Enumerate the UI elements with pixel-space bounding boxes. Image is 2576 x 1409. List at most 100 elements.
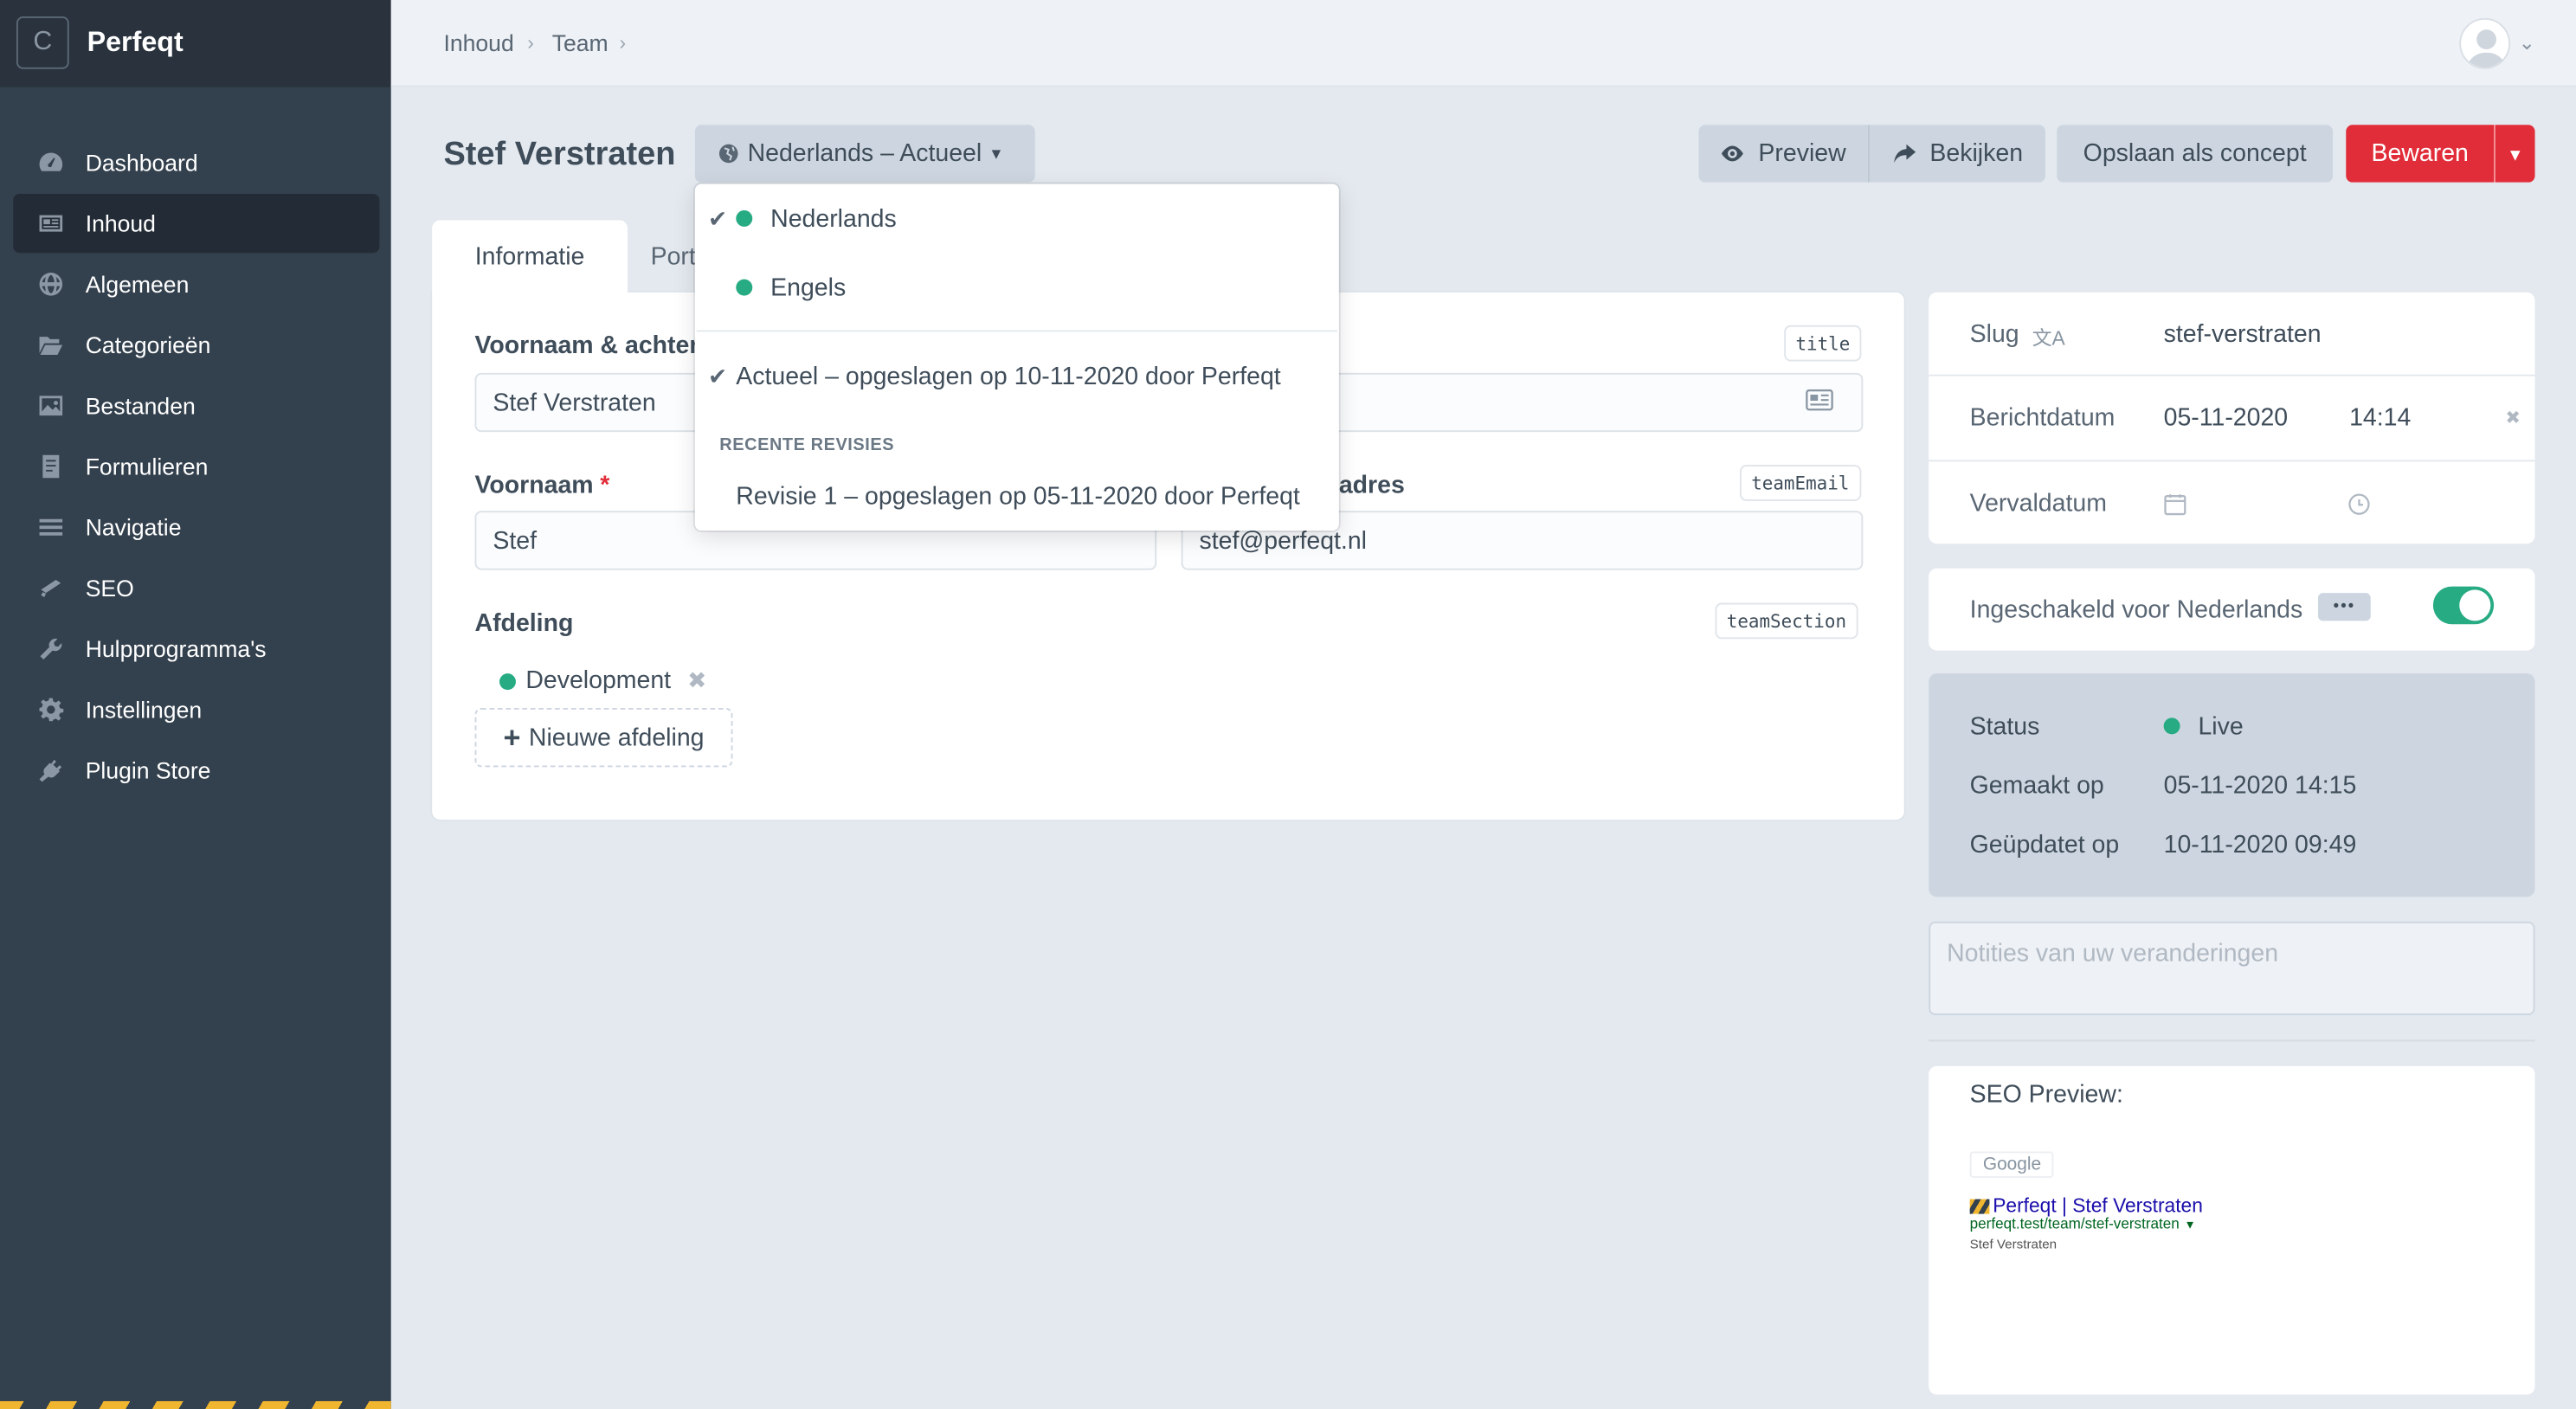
recent-revisions-heading: RECENTE REVISIES [719, 434, 895, 455]
preview-label: Preview [1758, 139, 1846, 168]
dropdown-item-engels[interactable]: Engels [770, 274, 846, 302]
email-label: adres [1338, 471, 1405, 499]
site-revision-menu-button[interactable]: Nederlands – Actueel ▾ [694, 125, 1035, 183]
checkmark-icon: ✔ [708, 363, 728, 389]
id-card-icon [1806, 389, 1833, 411]
dashboard-icon [36, 148, 66, 177]
section-label: Afdeling [474, 609, 574, 638]
remove-icon[interactable]: ✖ [687, 667, 706, 695]
view-label: Bekijken [1929, 139, 2024, 168]
clear-icon[interactable]: ✖ [2505, 408, 2520, 429]
clock-icon[interactable] [2347, 492, 2371, 516]
site-name[interactable]: Perfeqt [87, 26, 184, 59]
sidebar-item-navigatie[interactable]: Navigatie [13, 498, 379, 557]
sidebar-item-label: Inhoud [85, 209, 156, 237]
sidebar-item-label: Instellingen [85, 696, 203, 724]
breadcrumb-inhoud[interactable]: Inhoud [443, 29, 513, 55]
add-section-button[interactable]: + Nieuwe afdeling [474, 708, 733, 768]
dropdown-item-revision[interactable]: Revisie 1 – opgeslagen op 05-11-2020 doo… [736, 483, 1300, 511]
calendar-icon[interactable] [2164, 492, 2187, 516]
sidebar-item-inhoud[interactable]: Inhoud [13, 193, 380, 254]
slug-input[interactable]: stef-verstraten [2164, 320, 2322, 348]
sidebar-item-categorieen[interactable]: Categorieën [13, 315, 379, 374]
globe-icon [718, 143, 739, 164]
sidebar-item-dashboard[interactable]: Dashboard [13, 133, 379, 192]
seo-result-title-row: Perfeqt | Stef Verstraten [1969, 1194, 2203, 1218]
more-sites-button[interactable]: ••• [2318, 593, 2371, 621]
tab-informatie[interactable]: Informatie [432, 220, 628, 294]
email-value: stef@perfeqt.nl [1199, 526, 1368, 555]
sidebar-item-label: Hulpprogramma's [85, 635, 267, 662]
user-avatar[interactable] [2459, 17, 2511, 69]
share-icon [1892, 141, 1916, 165]
translate-icon[interactable]: 文A [2032, 324, 2065, 351]
page-title: Stef Verstraten [443, 136, 676, 173]
sidebar-item-seo[interactable]: SEO [13, 558, 379, 617]
site-logo[interactable]: C [16, 16, 69, 69]
newspaper-icon [36, 209, 66, 238]
enabled-label: Ingeschakeld voor Nederlands [1969, 595, 2303, 625]
preview-button[interactable]: Preview [1698, 125, 1868, 183]
status-label: Status [1969, 712, 2040, 741]
chevron-down-icon: ▾ [2510, 142, 2521, 165]
status-value: Live [2198, 712, 2244, 741]
notes-divider [1929, 1039, 2535, 1042]
save-button[interactable]: Bewaren [2346, 125, 2495, 183]
globe-icon [36, 269, 66, 299]
breadcrumb-team[interactable]: Team [552, 29, 609, 55]
status-dot [2163, 717, 2180, 735]
site-revision-dropdown [694, 183, 1339, 531]
fullname-label: Voornaam & achter [474, 331, 699, 360]
section-chip: Development ✖ [499, 667, 706, 695]
slug-label: Slug [1969, 320, 2019, 349]
revision-notes-input[interactable]: Notities van uw veranderingen [1929, 921, 2535, 1015]
sidebar-item-label: SEO [85, 575, 134, 602]
chevron-right-icon: › [619, 31, 627, 55]
seo-result-title[interactable]: Perfeqt | Stef Verstraten [1993, 1194, 2203, 1218]
folder-open-icon [36, 330, 66, 359]
dropdown-item-nederlands[interactable]: Nederlands [770, 205, 897, 233]
updated-value: 10-11-2020 09:49 [2163, 831, 2357, 859]
favicon-icon [1969, 1198, 1990, 1213]
postdate-date-input[interactable]: 05-11-2020 [2164, 404, 2289, 432]
sidebar-item-hulpprogrammas[interactable]: Hulpprogramma's [13, 620, 379, 679]
tab-portret[interactable]: Port [651, 243, 696, 271]
postdate-time-input[interactable]: 14:14 [2349, 404, 2411, 432]
wrench-icon [36, 634, 66, 664]
dropdown-item-current[interactable]: Actueel – opgeslagen op 10-11-2020 door … [736, 363, 1280, 390]
seo-result-description: Stef Verstraten [1969, 1237, 2058, 1252]
sidebar-item-formulieren[interactable]: Formulieren [13, 437, 379, 496]
sidebar-item-label: Plugin Store [85, 756, 211, 784]
chevron-down-icon[interactable]: ⌄ [2519, 31, 2535, 55]
enabled-toggle[interactable] [2432, 586, 2495, 625]
view-button[interactable]: Bekijken [1869, 125, 2045, 183]
sidebar-item-plugin-store[interactable]: Plugin Store [13, 741, 379, 800]
seo-engine-tab[interactable]: Google [1969, 1151, 2055, 1178]
checkmark-icon: ✔ [708, 205, 728, 232]
dropdown-divider [696, 330, 1337, 332]
section-chip-label: Development [525, 666, 672, 695]
sidebar-item-instellingen[interactable]: Instellingen [13, 680, 379, 739]
seo-result-url: perfeqt.test/team/stef-verstraten ▼ [1969, 1215, 2196, 1232]
hazard-stripe [0, 1400, 391, 1409]
expiry-label: Vervaldatum [1969, 489, 2107, 518]
form-icon [36, 452, 66, 481]
image-icon [36, 391, 66, 421]
seo-preview-heading: SEO Preview: [1969, 1080, 2123, 1110]
sidebar-item-label: Bestanden [85, 392, 196, 419]
chevron-down-icon: ▾ [991, 145, 1001, 164]
save-options-button[interactable]: ▾ [2496, 125, 2535, 183]
sidebar-item-label: Categorieën [85, 331, 211, 358]
add-section-label: Nieuwe afdeling [528, 724, 705, 752]
plus-icon: + [503, 720, 521, 754]
field-handle: teamSection [1715, 602, 1858, 640]
seo-icon [36, 573, 66, 602]
created-label: Gemaakt op [1969, 772, 2104, 801]
firstname-value: Stef [493, 526, 538, 555]
top-bar [390, 0, 2576, 87]
save-draft-button[interactable]: Opslaan als concept [2057, 125, 2334, 183]
postdate-label: Berichtdatum [1969, 403, 2116, 433]
chevron-right-icon: › [527, 31, 534, 55]
sidebar-item-algemeen[interactable]: Algemeen [13, 254, 379, 313]
sidebar-item-bestanden[interactable]: Bestanden [13, 376, 379, 435]
